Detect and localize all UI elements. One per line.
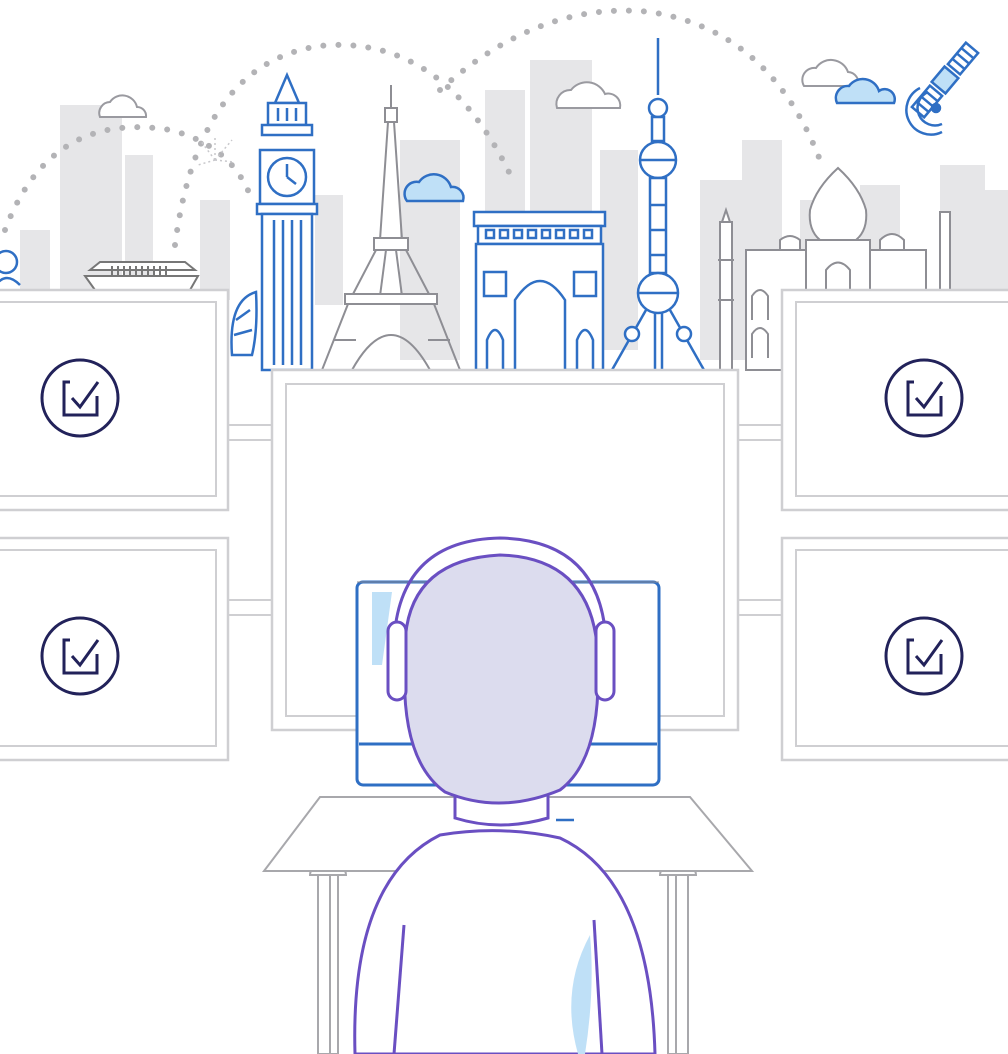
cloud-icon — [801, 58, 860, 87]
chinese-boat-icon — [83, 261, 200, 291]
tourist-icon — [0, 249, 21, 286]
checkbox-check-icon — [884, 358, 964, 438]
arc-de-triomphe-icon — [472, 210, 607, 372]
big-ben-icon — [255, 71, 319, 372]
sydney-opera-house-icon — [230, 290, 258, 357]
satellite-icon — [910, 40, 980, 120]
cloud-icon — [98, 94, 148, 118]
minaret-icon — [718, 206, 734, 371]
checkbox-check-icon — [884, 616, 964, 696]
checkbox-check-icon — [40, 358, 120, 438]
fireworks-icon — [197, 135, 235, 166]
checkbox-check-icon — [40, 616, 120, 696]
remote-worker-illustration — [0, 7, 1008, 1054]
